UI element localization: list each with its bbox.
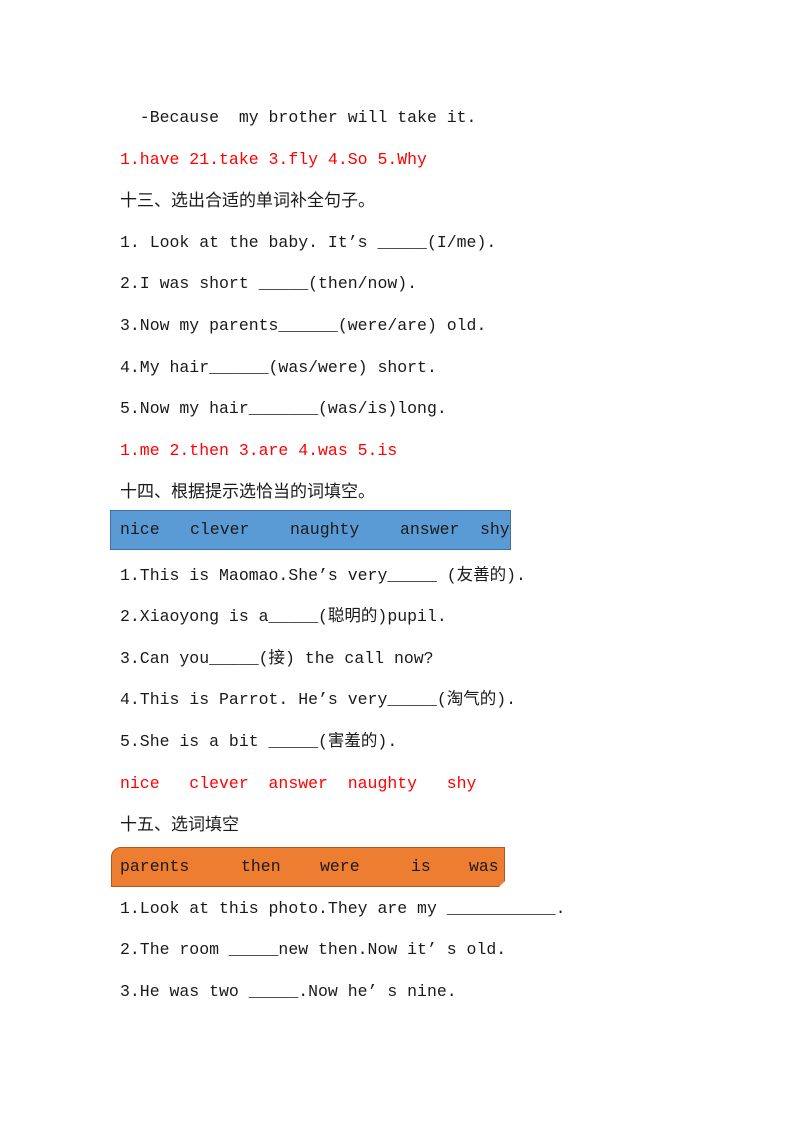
word-bank-item: was [469, 857, 499, 876]
word-bank-item: parents [120, 857, 190, 876]
answer-key-13: 1.me 2.then 3.are 4.was 5.is [120, 441, 398, 460]
question-13-1: 1. Look at the baby. It’s _____(I/me). [120, 233, 497, 252]
question-13-5: 5.Now my hair_______(was/is)long. [120, 399, 447, 418]
word-bank-item: nice [120, 520, 160, 539]
question-15-1: 1.Look at this photo.They are my _______… [120, 899, 566, 918]
question-14-4: 4.This is Parrot. He’s very_____(淘气的). [120, 690, 517, 709]
word-bank-item: were [320, 857, 360, 876]
section-14-heading: 十四、根据提示选恰当的词填空。 [120, 482, 375, 502]
answer-key-14: nice clever answer naughty shy [120, 774, 477, 793]
word-bank-item: shy [480, 520, 510, 539]
question-13-3: 3.Now my parents______(were/are) old. [120, 316, 487, 335]
question-13-4: 4.My hair______(was/were) short. [120, 358, 437, 377]
question-14-2: 2.Xiaoyong is a_____(聪明的)pupil. [120, 607, 447, 626]
word-bank-item: clever [190, 520, 250, 539]
word-bank-item: answer [400, 520, 460, 539]
word-bank-14: nice clever naughty answer shy [110, 510, 511, 550]
dialog-line: -Because my brother will take it. [120, 108, 477, 127]
word-bank-15: parents then were is was [111, 847, 505, 887]
question-15-2: 2.The room _____new then.Now it’ s old. [120, 940, 507, 959]
question-14-5: 5.She is a bit _____(害羞的). [120, 732, 398, 751]
answer-key-12: 1.have 21.take 3.fly 4.So 5.Why [120, 150, 427, 169]
question-14-3: 3.Can you_____(接) the call now? [120, 649, 434, 668]
question-15-3: 3.He was two _____.Now he’ s nine. [120, 982, 457, 1001]
word-bank-item: naughty [290, 520, 360, 539]
section-13-heading: 十三、选出合适的单词补全句子。 [120, 191, 375, 211]
word-bank-item: is [411, 857, 431, 876]
question-13-2: 2.I was short _____(then/now). [120, 274, 418, 293]
word-bank-item: then [241, 857, 281, 876]
section-15-heading: 十五、选词填空 [120, 815, 239, 835]
question-14-1: 1.This is Maomao.She’s very_____ (友善的). [120, 566, 526, 585]
